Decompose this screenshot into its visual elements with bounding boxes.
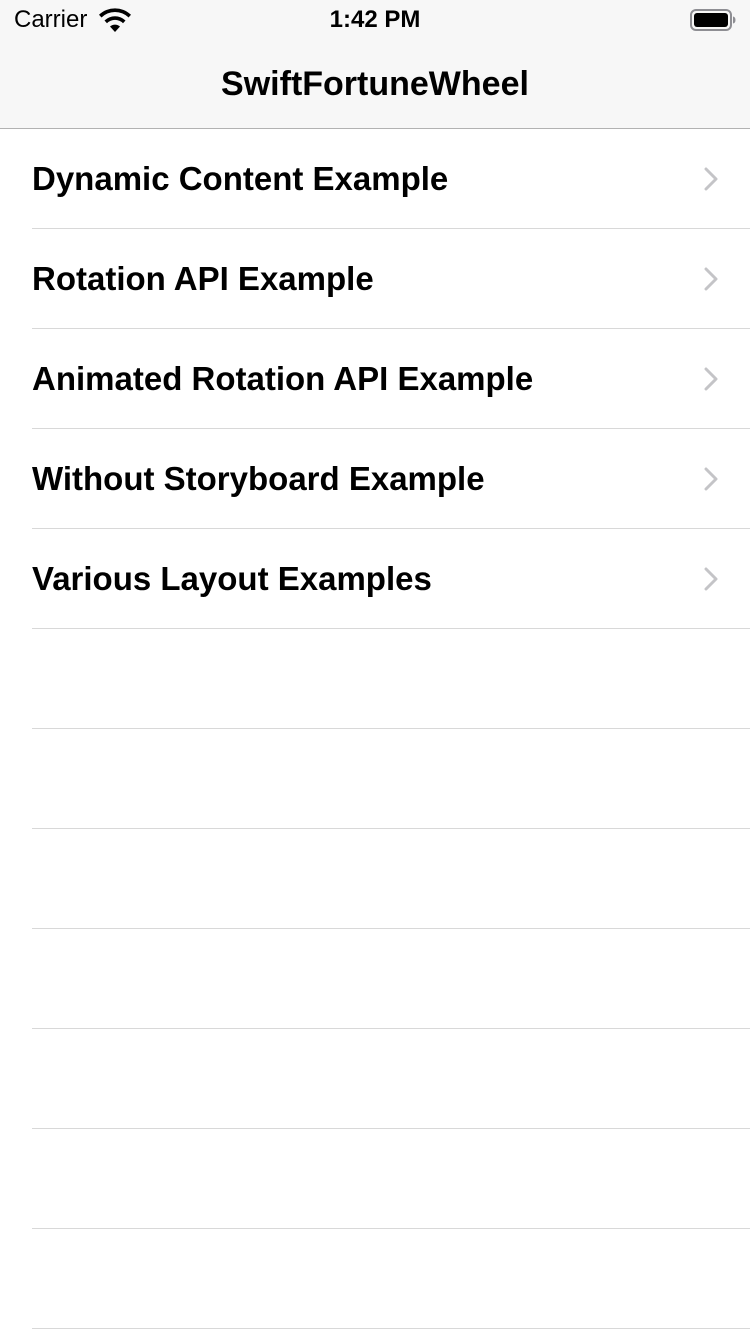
clock: 1:42 PM (329, 6, 421, 33)
list-item-label: Various Layout Examples (32, 560, 432, 597)
empty-row (32, 1029, 750, 1129)
chevron-right-icon (704, 467, 718, 491)
examples-table: Dynamic Content Example Rotation API Exa… (0, 129, 750, 1334)
empty-row (32, 829, 750, 929)
status-bar: Carrier 1:42 PM (0, 0, 750, 40)
battery-icon (690, 9, 736, 31)
list-item-various-layout[interactable]: Various Layout Examples (32, 529, 750, 629)
list-item-without-storyboard[interactable]: Without Storyboard Example (32, 429, 750, 529)
screen: Carrier 1:42 PM SwiftFortuneWheel Dynami… (0, 0, 750, 1334)
list-item-dynamic-content[interactable]: Dynamic Content Example (32, 129, 750, 229)
empty-row (32, 729, 750, 829)
navigation-bar: SwiftFortuneWheel (0, 40, 750, 129)
list-item-rotation-api[interactable]: Rotation API Example (32, 229, 750, 329)
list-item-label: Animated Rotation API Example (32, 360, 534, 397)
page-title: SwiftFortuneWheel (221, 65, 529, 103)
list-item-label: Rotation API Example (32, 260, 374, 297)
chevron-right-icon (704, 567, 718, 591)
empty-row (32, 629, 750, 729)
chevron-right-icon (704, 167, 718, 191)
empty-row (32, 1129, 750, 1229)
chevron-right-icon (704, 367, 718, 391)
list-item-animated-rotation-api[interactable]: Animated Rotation API Example (32, 329, 750, 429)
chevron-right-icon (704, 267, 718, 291)
empty-row (32, 1229, 750, 1329)
empty-row (32, 929, 750, 1029)
list-item-label: Dynamic Content Example (32, 160, 449, 197)
list-item-label: Without Storyboard Example (32, 460, 485, 497)
